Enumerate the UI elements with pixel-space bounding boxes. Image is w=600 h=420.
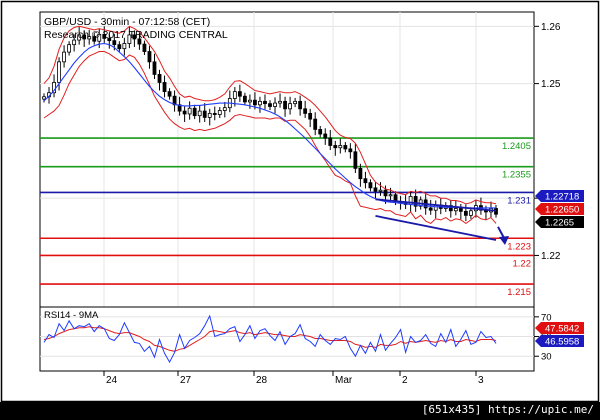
x-tick-label: Mar xyxy=(335,375,353,386)
candle-body xyxy=(187,107,192,115)
candle-body xyxy=(212,112,217,115)
x-tick-label: 3 xyxy=(478,375,484,386)
candle-body xyxy=(157,74,162,83)
rsi-value-label: 46.5958 xyxy=(545,337,579,348)
candle-body xyxy=(207,112,212,118)
candle-body xyxy=(343,145,348,150)
candle-body xyxy=(112,40,117,46)
candle-body xyxy=(293,100,298,105)
level-label: 1.231 xyxy=(507,195,531,206)
candle-body xyxy=(67,44,72,53)
candle-body xyxy=(162,82,167,93)
candle-body xyxy=(42,96,46,100)
candle-body xyxy=(388,194,393,197)
y-tick-label: 1.26 xyxy=(541,22,561,33)
candle-body xyxy=(62,51,66,63)
chart-subtitle: Research © 2017 TRADING CENTRAL xyxy=(44,29,228,41)
x-tick-label: 24 xyxy=(106,375,118,386)
rsi-value-label: 47.5842 xyxy=(545,324,579,335)
candle-body xyxy=(202,110,207,118)
level-label: 1.223 xyxy=(507,241,531,252)
candle-body xyxy=(288,103,292,110)
candle-body xyxy=(253,99,257,106)
candle-body xyxy=(263,100,267,105)
candle-body xyxy=(328,137,333,146)
rsi-tick-label: 30 xyxy=(541,352,552,363)
candle-body xyxy=(453,208,458,212)
candle-body xyxy=(217,110,222,115)
x-tick-label: 2 xyxy=(402,375,408,386)
level-label: 1.22 xyxy=(513,258,532,269)
candle-body xyxy=(323,133,328,139)
candle-body xyxy=(338,145,343,149)
candle-body xyxy=(57,61,61,83)
chart-title: GBP/USD - 30min - 07:12:58 (CET) xyxy=(44,16,210,28)
candle-body xyxy=(237,91,242,97)
rsi-title: RSI14 - 9MA xyxy=(44,310,99,321)
candle-body xyxy=(242,95,247,103)
candle-body xyxy=(458,208,463,212)
y-tick-label: 1.22 xyxy=(541,251,561,262)
candle-body xyxy=(333,145,338,149)
candle-body xyxy=(142,43,147,52)
candle-body xyxy=(192,107,197,117)
candle-body xyxy=(353,151,358,169)
candle-body xyxy=(268,103,272,107)
candle-body xyxy=(428,207,433,211)
main-plot-area xyxy=(39,11,535,308)
candle-body xyxy=(303,108,308,114)
candle-body xyxy=(463,210,468,216)
candle-body xyxy=(117,44,122,50)
candle-body xyxy=(318,129,323,135)
candle-body xyxy=(232,91,237,99)
candle-body xyxy=(248,99,252,103)
level-label: 1.2405 xyxy=(502,141,531,152)
x-tick-label: 27 xyxy=(180,375,192,386)
candle-body xyxy=(358,167,363,180)
candle-body xyxy=(308,112,313,120)
candle-body xyxy=(298,100,303,110)
candle-body xyxy=(273,102,277,107)
price-tag-label: 1.22650 xyxy=(545,205,579,216)
candle-body xyxy=(258,100,262,106)
candle-body xyxy=(222,107,227,111)
candle-body xyxy=(147,51,152,63)
candle-body xyxy=(378,189,383,192)
level-label: 1.215 xyxy=(507,287,531,298)
candle-body xyxy=(122,43,127,50)
candle-body xyxy=(197,110,202,117)
level-label: 1.2355 xyxy=(502,170,531,181)
rsi-tick-label: 70 xyxy=(541,312,552,323)
candle-body xyxy=(152,61,157,75)
chart-figure: 1.24051.23551.2311.2231.221.215 1.261.25… xyxy=(0,0,600,403)
candle-body xyxy=(167,91,172,97)
x-tick-label: 28 xyxy=(256,375,268,386)
candle-body xyxy=(348,148,353,153)
candle-body xyxy=(283,100,287,110)
price-tag-label: 1.22718 xyxy=(545,192,579,203)
y-tick-label: 1.25 xyxy=(541,79,561,90)
candle-body xyxy=(278,100,282,104)
candle-body xyxy=(368,182,373,189)
candle-body xyxy=(383,189,388,197)
candle-body xyxy=(468,210,473,216)
price-tags: 1.22718 1.22650 1.2265 xyxy=(535,190,584,229)
candle-body xyxy=(182,110,187,115)
candle-body xyxy=(313,118,318,130)
watermark-text: [651x435] https://upic.me/ xyxy=(421,403,594,416)
price-tag-label: 1.2265 xyxy=(545,218,574,229)
candle-body xyxy=(373,187,378,192)
candle-body xyxy=(363,178,368,184)
